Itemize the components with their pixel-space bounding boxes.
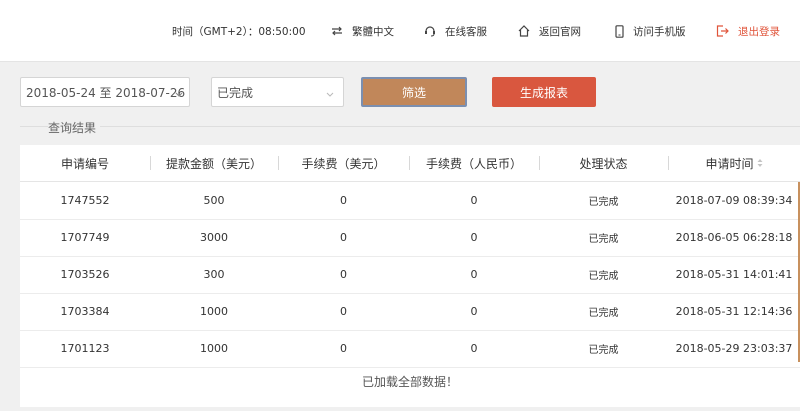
home-icon — [518, 25, 530, 37]
logout-icon — [716, 25, 729, 37]
row-fee-usd: 0 — [340, 231, 347, 244]
row-id: 1703384 — [60, 305, 110, 318]
logout-link[interactable]: 退出登录 — [716, 22, 780, 40]
online-support-link[interactable]: 在线客服 — [424, 22, 487, 40]
row-fee-cny: 0 — [470, 342, 478, 355]
row-id: 1707749 — [60, 231, 110, 244]
filter-button-label: 筛选 — [401, 85, 426, 100]
row-time: 2018-05-29 23:03:37 — [675, 342, 793, 355]
col-header-amount: 提款金额（美元） — [165, 156, 262, 171]
language-label: 繁體中文 — [352, 25, 394, 38]
row-amount: 3000 — [200, 231, 228, 244]
logout-label: 退出登录 — [738, 25, 780, 38]
date-range-select[interactable]: 2018-05-24 至 2018-07-26 — [20, 77, 190, 107]
table-row: 1747552 500 0 0 已完成 2018-07-09 08:39:34 — [20, 182, 800, 220]
server-time-label: 时间（GMT+2）：08:50:00 — [172, 25, 306, 38]
table-row: 1703526 300 0 0 已完成 2018-05-31 14:01:41 — [20, 256, 800, 294]
row-amount: 1000 — [200, 305, 228, 318]
swap-arrows-icon — [331, 26, 343, 36]
online-support-label: 在线客服 — [445, 25, 487, 38]
mobile-version-label: 访问手机版 — [633, 25, 686, 38]
mobile-version-link[interactable]: 访问手机版 — [615, 22, 686, 40]
row-status: 已完成 — [588, 197, 619, 208]
table-row: 1703384 1000 0 0 已完成 2018-05-31 12:14:36 — [20, 293, 800, 331]
generate-report-label: 生成报表 — [519, 85, 568, 100]
row-fee-cny: 0 — [470, 305, 478, 318]
table-row: 1707749 3000 0 0 已完成 2018-06-05 06:28:18 — [20, 219, 800, 257]
row-time: 2018-05-31 12:14:36 — [675, 305, 793, 318]
row-status: 已完成 — [588, 271, 619, 282]
row-status: 已完成 — [588, 345, 619, 356]
section-divider — [20, 126, 800, 127]
col-header-status: 处理状态 — [579, 156, 628, 171]
row-fee-cny: 0 — [470, 268, 478, 281]
chevron-down-icon — [175, 87, 183, 101]
row-fee-usd: 0 — [340, 268, 347, 281]
all-loaded-note: 已加载全部数据！ — [361, 375, 458, 389]
row-fee-usd: 0 — [340, 342, 347, 355]
row-amount: 300 — [203, 268, 225, 281]
row-status: 已完成 — [588, 234, 619, 245]
phone-icon — [615, 24, 624, 38]
row-amount: 500 — [203, 194, 225, 207]
home-label: 返回官网 — [539, 25, 581, 38]
results-table: 申请编号 提款金额（美元） 手续费（美元） 手续费（人民币） 处理状态 申请时间… — [20, 145, 800, 407]
row-time: 2018-07-09 08:39:34 — [675, 194, 793, 207]
row-fee-usd: 0 — [340, 305, 347, 318]
home-link[interactable]: 返回官网 — [518, 22, 581, 40]
section-title: 查询结果 — [48, 119, 101, 136]
col-header-id: 申请编号 — [60, 156, 109, 171]
top-header: 时间（GMT+2）：08:50:00 繁體中文 在线客服 返回官网 访问手机版 … — [0, 0, 800, 62]
col-header-fee-cny: 手续费（人民币） — [425, 156, 522, 171]
status-select-value: 已完成 — [217, 85, 254, 100]
filter-button[interactable]: 筛选 — [361, 77, 467, 107]
row-status: 已完成 — [588, 308, 619, 319]
table-header: 申请编号 提款金额（美元） 手续费（美元） 手续费（人民币） 处理状态 申请时间 — [20, 145, 800, 182]
row-id: 1703526 — [60, 268, 110, 281]
headset-icon — [424, 25, 436, 37]
sort-icon[interactable] — [757, 158, 763, 168]
generate-report-button[interactable]: 生成报表 — [492, 77, 596, 107]
row-time: 2018-05-31 14:01:41 — [675, 268, 793, 281]
col-header-time[interactable]: 申请时间 — [668, 145, 800, 181]
status-select[interactable]: 已完成 — [211, 77, 344, 107]
col-header-time-label: 申请时间 — [705, 156, 754, 171]
date-range-value: 2018-05-24 至 2018-07-26 — [26, 85, 186, 100]
col-header-fee-usd: 手续费（美元） — [301, 156, 386, 171]
row-time: 2018-06-05 06:28:18 — [675, 231, 793, 244]
row-amount: 1000 — [200, 342, 228, 355]
table-row: 1701123 1000 0 0 已完成 2018-05-29 23:03:37 — [20, 330, 800, 368]
row-fee-usd: 0 — [340, 194, 347, 207]
row-fee-cny: 0 — [470, 231, 478, 244]
row-fee-cny: 0 — [470, 194, 478, 207]
chevron-down-icon — [326, 87, 334, 101]
row-id: 1701123 — [60, 342, 110, 355]
language-switch[interactable]: 繁體中文 — [331, 22, 394, 40]
server-time: 时间（GMT+2）：08:50:00 — [172, 22, 306, 40]
row-id: 1747552 — [60, 194, 110, 207]
